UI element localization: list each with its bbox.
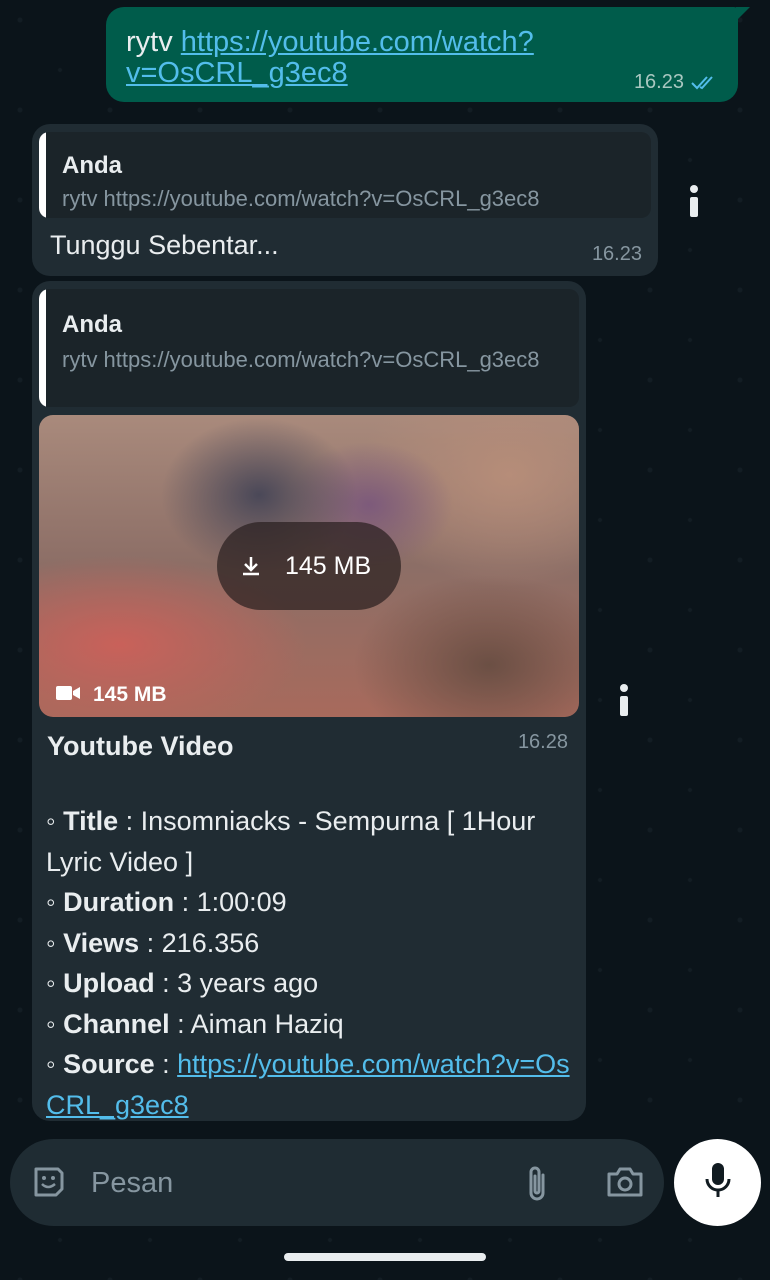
youtube-link[interactable]: https://youtube.com/watch?v=OsCRL_g3ec8: [126, 26, 534, 89]
microphone-icon: [705, 1163, 731, 1197]
download-size: 145 MB: [285, 552, 372, 580]
home-indicator[interactable]: [284, 1253, 486, 1261]
voice-message-button[interactable]: [674, 1139, 761, 1226]
bubble-tail: [736, 7, 750, 21]
message-time: 16.23: [633, 71, 684, 93]
quoted-message[interactable]: Anda rytv https://youtube.com/watch?v=Os…: [39, 289, 579, 407]
detail-views: ◦ Views : 216.356: [46, 927, 260, 958]
detail-duration: ◦ Duration : 1:00:09: [46, 887, 287, 917]
camera-icon[interactable]: [606, 1165, 644, 1199]
double-check-icon: [691, 76, 713, 90]
outgoing-message[interactable]: rytv https://youtube.com/watch?v=OsCRL_g…: [106, 7, 750, 102]
message-text: rytv https://youtube.com/watch?v=OsCRL_g…: [126, 27, 706, 89]
quote-author: Anda: [62, 311, 122, 338]
video-title: Youtube Video: [47, 731, 234, 761]
detail-title: ◦ Title : Insomniacks - Sempurna [ 1Hour…: [46, 806, 536, 877]
quote-text: rytv https://youtube.com/watch?v=OsCRL_g…: [62, 186, 540, 211]
quote-text: rytv https://youtube.com/watch?v=OsCRL_g…: [62, 347, 540, 372]
incoming-message[interactable]: Anda rytv https://youtube.com/watch?v=Os…: [32, 124, 658, 276]
detail-channel: ◦ Channel : Aiman Haziq: [46, 1008, 344, 1039]
message-input[interactable]: Pesan: [91, 1167, 173, 1200]
message-input-bar[interactable]: Pesan: [10, 1139, 664, 1226]
download-button[interactable]: 145 MB: [217, 522, 401, 610]
paperclip-icon[interactable]: [523, 1163, 551, 1203]
detail-upload: ◦ Upload : 3 years ago: [46, 968, 319, 998]
info-icon[interactable]: [689, 185, 699, 217]
quote-bar: [39, 132, 46, 218]
quoted-message[interactable]: Anda rytv https://youtube.com/watch?v=Os…: [39, 132, 651, 218]
message-text: Tunggu Sebentar...: [50, 230, 279, 260]
message-prefix: rytv: [126, 26, 173, 58]
quote-bar: [39, 289, 46, 407]
video-thumbnail[interactable]: 145 MB 145 MB: [39, 415, 579, 717]
download-icon: [243, 557, 259, 576]
message-time: 16.23: [591, 243, 642, 265]
message-time: 16.28: [517, 731, 568, 753]
detail-source: ◦ Source : https://youtube.com/watch?v=O…: [46, 1049, 570, 1120]
info-icon[interactable]: [619, 684, 629, 716]
sticker-icon[interactable]: [30, 1163, 68, 1201]
video-camera-icon: [56, 686, 80, 700]
video-details: ◦ Title : Insomniacks - Sempurna [ 1Hour…: [46, 801, 576, 1125]
incoming-video-message[interactable]: Anda rytv https://youtube.com/watch?v=Os…: [32, 281, 586, 1121]
quote-author: Anda: [62, 152, 122, 179]
video-size: 145 MB: [93, 683, 167, 706]
